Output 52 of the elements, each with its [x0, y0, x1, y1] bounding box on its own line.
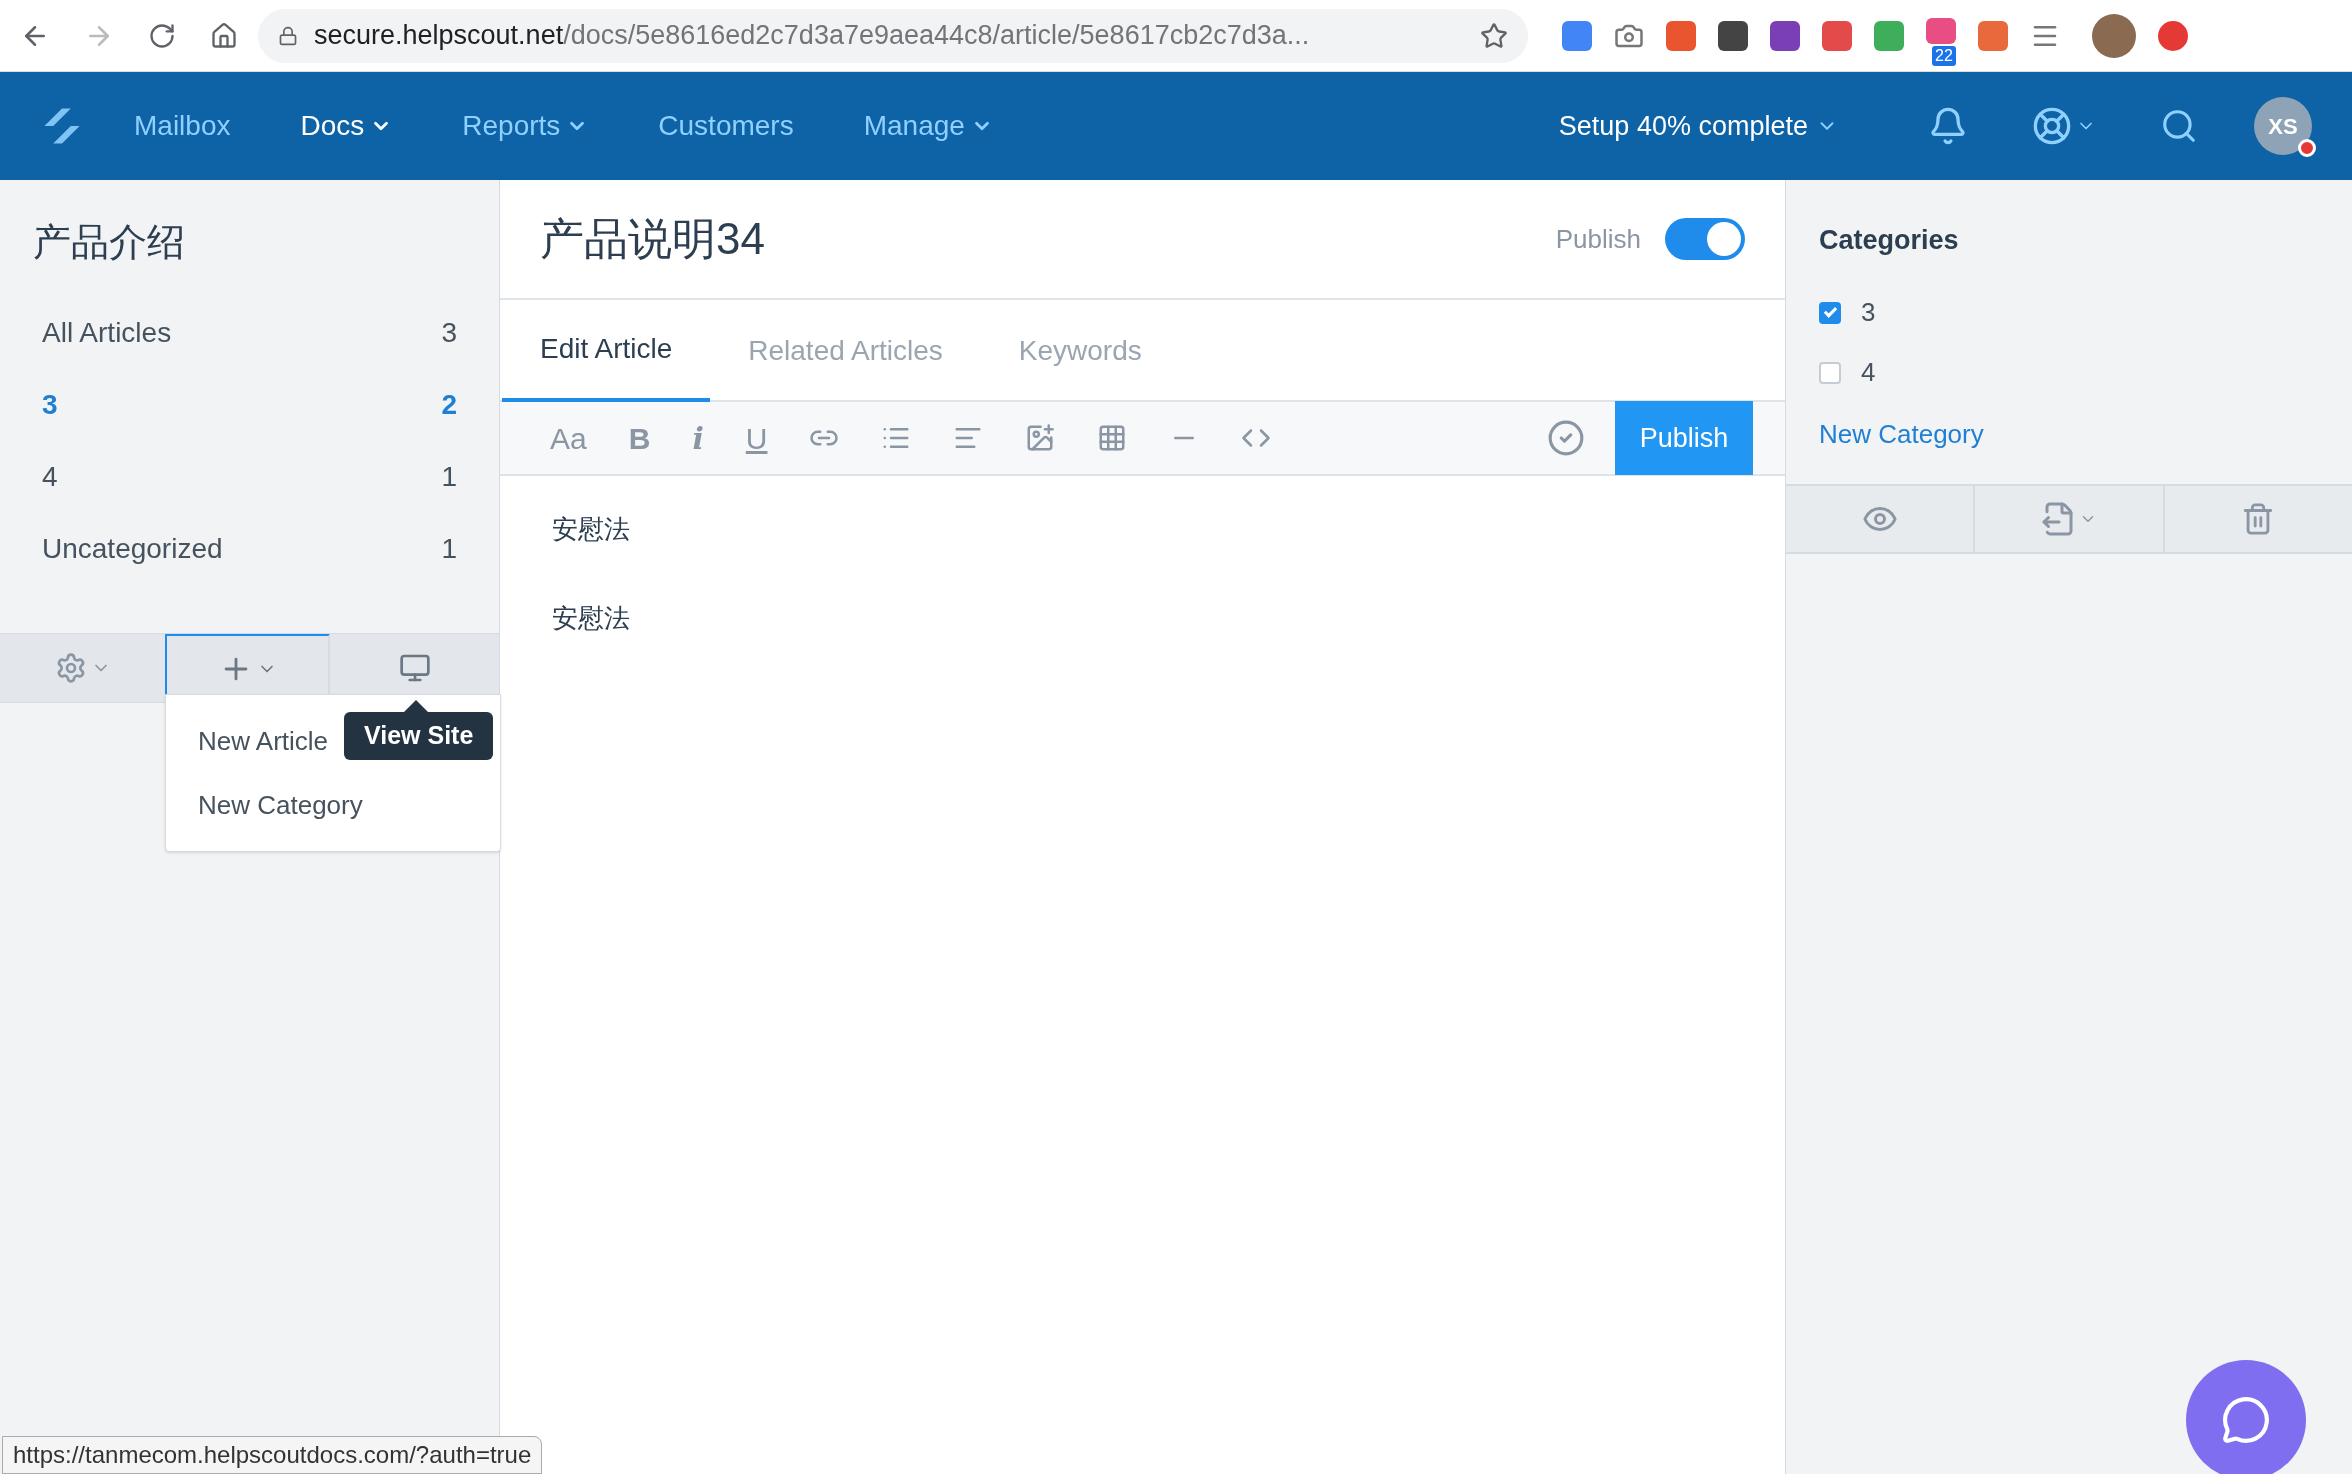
- extension-icon[interactable]: [1718, 20, 1748, 51]
- update-icon[interactable]: [2158, 20, 2188, 51]
- category-label: 3: [1861, 296, 1876, 329]
- notifications-icon[interactable]: [1928, 106, 1968, 146]
- user-avatar[interactable]: XS: [2254, 97, 2312, 155]
- url-text: secure.helpscout.net/docs/5e8616ed2c7d3a7e9aea44c8/article/5e8617cb2c7d3a...: [314, 19, 1311, 53]
- extension-icon[interactable]: [1770, 20, 1800, 51]
- publish-toggle[interactable]: [1665, 218, 1745, 260]
- check-circle-icon[interactable]: [1547, 419, 1585, 457]
- article-paragraph: 安慰法: [552, 513, 631, 546]
- category-label: 4: [1861, 356, 1876, 389]
- extension-badge: 22: [1932, 45, 1956, 66]
- category-item[interactable]: 4 1: [0, 441, 499, 513]
- nav-link[interactable]: Manage: [863, 105, 965, 147]
- underline-button[interactable]: U: [745, 415, 768, 461]
- category-item[interactable]: All Articles 3: [0, 297, 499, 369]
- article-title: 产品说明34: [540, 213, 765, 265]
- monitor-icon[interactable]: [398, 652, 431, 684]
- categories-heading: Categories: [1819, 224, 1959, 257]
- help-icon[interactable]: [2032, 106, 2072, 146]
- category-item[interactable]: Uncategorized 1: [0, 513, 499, 585]
- nav-link[interactable]: Mailbox: [134, 105, 231, 147]
- font-size-button[interactable]: Aa: [550, 415, 587, 461]
- nav-link[interactable]: Docs: [300, 105, 365, 147]
- menu-item[interactable]: New Category: [166, 773, 395, 837]
- profile-avatar[interactable]: [2092, 13, 2136, 58]
- search-icon[interactable]: [2160, 107, 2198, 145]
- reload-icon[interactable]: [148, 21, 176, 50]
- italic-button[interactable]: i: [692, 415, 704, 461]
- article-paragraph: 安慰法: [552, 602, 631, 635]
- nav-link[interactable]: Customers: [658, 105, 794, 147]
- chat-icon: [2221, 1395, 2271, 1445]
- bold-button[interactable]: B: [628, 415, 651, 461]
- article-tab[interactable]: Related Articles: [710, 300, 981, 402]
- publish-label: Publish: [1555, 222, 1641, 256]
- image-plus-icon[interactable]: [1025, 423, 1056, 453]
- collection-title: 产品介绍: [32, 220, 186, 265]
- article-tab[interactable]: Keywords: [980, 300, 1180, 402]
- bookmark-star-icon[interactable]: [1480, 21, 1508, 50]
- lock-icon: [278, 25, 298, 46]
- status-url-bubble: https://tanmecom.helpscoutdocs.com/?auth=true: [2, 1436, 543, 1474]
- category-checkbox[interactable]: [1819, 301, 1841, 324]
- setup-progress-link[interactable]: Setup 40% complete: [1558, 105, 1808, 147]
- home-icon[interactable]: [210, 21, 238, 50]
- tooltip: View Site: [344, 712, 494, 760]
- new-category-link[interactable]: New Category: [1819, 414, 1984, 454]
- category-item[interactable]: 3 2: [0, 369, 499, 441]
- nav-link[interactable]: Reports: [462, 105, 561, 147]
- table-icon[interactable]: [1097, 423, 1128, 453]
- address-bar[interactable]: secure.helpscout.net/docs/5e8616ed2c7d3a7e9aea44c8/article/5e8617cb2c7d3a...: [258, 8, 1528, 63]
- publish-button[interactable]: Publish: [1615, 401, 1753, 475]
- category-checkbox[interactable]: [1819, 361, 1841, 384]
